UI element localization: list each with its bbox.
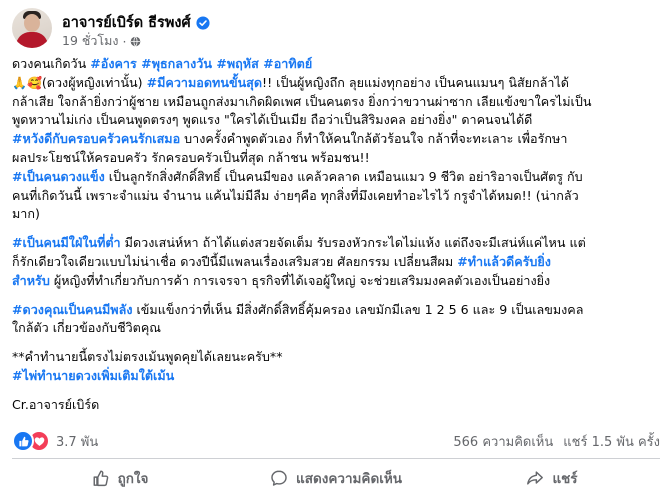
post-line: #ดวงคุณเป็นคนมีพลัง เข้มแข็งกว่าที่เห็น … xyxy=(12,301,584,317)
hashtag-link[interactable]: #หวังดีกับครอบครัวคนรักเสมอ xyxy=(12,131,180,146)
post-actions: ถูกใจ แสดงความคิดเห็น แชร์ xyxy=(12,462,660,494)
comment-icon xyxy=(271,470,287,486)
post-meta: 19 ชั่วโมง · xyxy=(62,31,141,51)
post-line: สำหรับ ผู้หญิงที่ทำเกี่ยวกับการค้า การเจ… xyxy=(12,272,551,288)
reactions-count: 3.7 พัน xyxy=(56,434,99,450)
comment-label: แสดงความคิดเห็น xyxy=(296,471,402,487)
post-credit: Cr.อาจารย์เบิร์ด xyxy=(12,396,100,412)
divider xyxy=(12,458,660,459)
hashtag-link[interactable]: #ไพ่ทำนายดวงเพิ่มเติมใต้เม้น xyxy=(12,368,174,383)
post-time[interactable]: 19 ชั่วโมง xyxy=(62,31,118,51)
hashtag-link[interactable]: #ทำแล้วดีครับยิ่ง xyxy=(457,254,551,269)
post-line: ใกล้ตัว เกี่ยวข้องกับชีวิตคุณ xyxy=(12,320,161,336)
hashtag-link[interactable]: #เป็นคนมีใฝ่ในที่ต่ำ xyxy=(12,235,121,250)
post-header: อาจารย์เบิร์ด ธีรพงศ์ 19 ชั่วโมง · xyxy=(12,4,652,51)
post-line: #ไพ่ทำนายดวงเพิ่มเติมใต้เม้น xyxy=(12,367,660,386)
hashtag-link[interactable]: #ดวงคุณเป็นคนมีพลัง xyxy=(12,302,132,317)
like-label: ถูกใจ xyxy=(117,471,149,487)
share-button[interactable]: แชร์ xyxy=(444,462,660,494)
post-line: ก็รักเดียวใจเดียวแบบไม่น่าเชื่อ ดวงปีนี้… xyxy=(12,253,551,269)
hashtag-link[interactable]: #มีความอดทนขั้นสุด xyxy=(147,75,262,90)
engagement-counts: 566 ความคิดเห็น แชร์ 1.5 พัน ครั้ง xyxy=(443,431,660,452)
post-line: พูดหวานไม่เก่ง เป็นคนพูดตรงๆ พูดแรง "ใคร… xyxy=(12,112,533,128)
pray-love-emoji: 🙏🥰 xyxy=(12,75,42,90)
post-line: #เป็นคนมีใฝ่ในที่ต่ำ มีดวงเสน่ห์หา ถ้าได… xyxy=(12,235,586,251)
share-arrow-icon xyxy=(527,471,544,485)
like-button[interactable]: ถูกใจ xyxy=(12,462,228,494)
post-line: **คำทำนายนี้ตรงไม่ตรงเม้นพูดคุยได้เลยนะค… xyxy=(12,349,283,365)
post-line: ดวงคนเกิดวัน #อังคาร #พุธกลางวัน #พฤหัส … xyxy=(12,56,313,71)
verified-badge-icon xyxy=(196,15,210,30)
post-line: กล้าเสีย ใจกล้ายิ่งกว่าผู้ชาย เหมือนถูกส… xyxy=(12,93,592,109)
comment-button[interactable]: แสดงความคิดเห็น xyxy=(228,462,444,494)
like-reaction-icon xyxy=(12,430,34,452)
post-line: มาก) xyxy=(12,206,40,222)
post-line: #หวังดีกับครอบครัวคนรักเสมอ บางครั้งคำพู… xyxy=(12,131,568,147)
avatar[interactable] xyxy=(12,8,52,48)
comments-count[interactable]: 566 ความคิดเห็น xyxy=(453,435,553,450)
post-body: ดวงคนเกิดวัน #อังคาร #พุธกลางวัน #พฤหัส … xyxy=(12,55,660,415)
shares-count[interactable]: แชร์ 1.5 พัน ครั้ง xyxy=(563,435,660,450)
post-stats: 3.7 พัน 566 ความคิดเห็น แชร์ 1.5 พัน ครั้… xyxy=(12,428,660,452)
thumbs-up-icon xyxy=(93,470,108,487)
post-line: #เป็นคนดวงแข็ง เป็นลูกรักสิ่งศักดิ์สิทธิ… xyxy=(12,168,583,184)
facebook-post: อาจารย์เบิร์ด ธีรพงศ์ 19 ชั่วโมง · ดวงคน… xyxy=(0,0,672,495)
post-line: ผลประโยชน์ให้ครอบครัว รักครอบครัวเป็นที่… xyxy=(12,149,370,165)
hashtag-link[interactable]: สำหรับ xyxy=(12,273,50,288)
hashtag-link[interactable]: #เป็นคนดวงแข็ง xyxy=(12,169,105,184)
post-line: คนที่เกิดวันนี้ เพราะจำแม่น จำนาน แค้นไม… xyxy=(12,187,579,203)
hashtag-link[interactable]: #อังคาร #พุธกลางวัน #พฤหัส #อาทิตย์ xyxy=(90,56,312,71)
reactions-summary[interactable]: 3.7 พัน xyxy=(12,430,98,452)
share-label: แชร์ xyxy=(552,471,578,487)
globe-icon xyxy=(131,35,141,47)
post-line: 🙏🥰(ดวงผู้หญิงเท่านั้น) #มีความอดทนขั้นสุ… xyxy=(12,74,569,90)
